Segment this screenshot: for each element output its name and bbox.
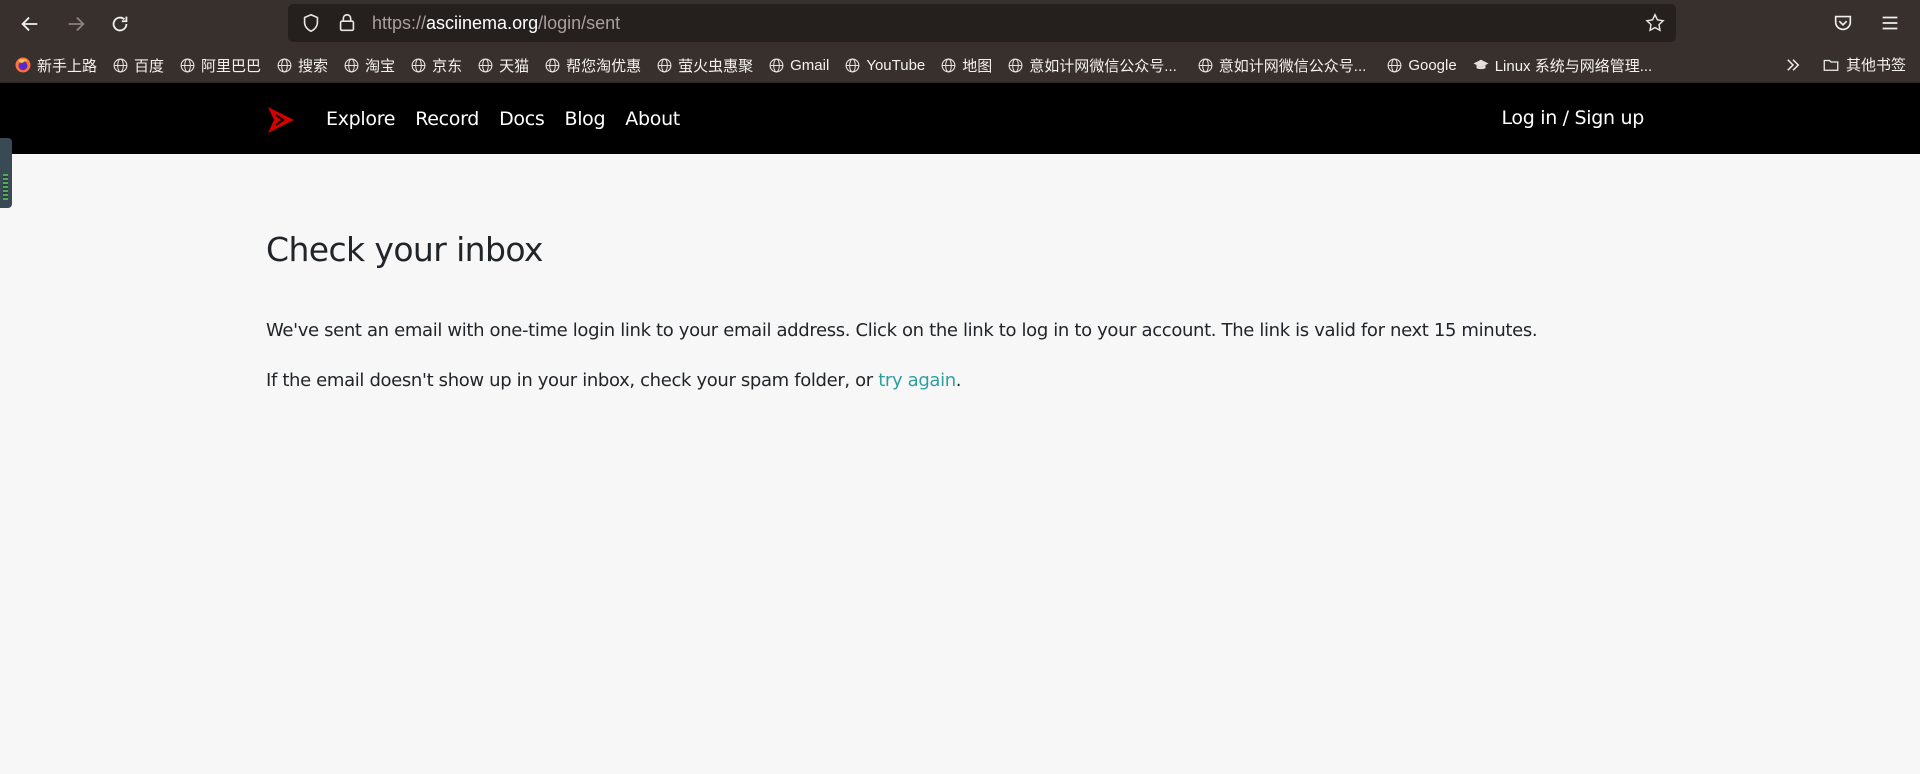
star-icon[interactable] bbox=[1644, 12, 1666, 34]
site-header: Explore Record Docs Blog About Log in / … bbox=[0, 83, 1920, 154]
bookmark-label: Gmail bbox=[790, 56, 830, 74]
globe-icon bbox=[657, 58, 672, 72]
folder-icon bbox=[1823, 59, 1839, 71]
bookmark-item[interactable]: 萤火虫惠聚 bbox=[656, 55, 753, 76]
spam-hint-text: If the email doesn't show up in your inb… bbox=[266, 370, 879, 391]
nav-docs[interactable]: Docs bbox=[499, 108, 545, 130]
bookmark-label: 意如计网微信公众号... bbox=[1218, 57, 1367, 75]
bookmark-label: 新手上路 bbox=[37, 57, 98, 75]
bookmark-item[interactable]: 天猫 bbox=[477, 55, 529, 76]
bookmark-label: Google bbox=[1408, 56, 1457, 74]
sent-message: We've sent an email with one-time login … bbox=[266, 320, 1538, 341]
bookmark-label: 百度 bbox=[134, 57, 165, 75]
main-content: Check your inbox We've sent an email wit… bbox=[266, 230, 1656, 391]
bookmark-item[interactable]: 阿里巴巴 bbox=[179, 55, 261, 76]
shield-icon[interactable] bbox=[300, 12, 322, 34]
graduation-cap-icon bbox=[1473, 59, 1489, 70]
globe-icon bbox=[941, 58, 956, 72]
nav-record[interactable]: Record bbox=[415, 108, 479, 130]
url-scheme: https:// bbox=[372, 12, 427, 33]
globe-icon bbox=[1008, 58, 1023, 72]
bookmark-label: 天猫 bbox=[499, 57, 530, 75]
globe-icon bbox=[180, 58, 195, 72]
main-nav: Explore Record Docs Blog About bbox=[326, 83, 700, 154]
bookmarks-toolbar: 新手上路 百度 阿里巴巴 搜索 淘宝 京东 天猫 帮您淘优惠 萤火虫惠聚 Gma… bbox=[0, 48, 1920, 83]
bookmark-item[interactable]: 京东 bbox=[410, 55, 462, 76]
pocket-icon[interactable] bbox=[1832, 12, 1854, 34]
arrow-left-icon bbox=[21, 16, 38, 32]
reload-icon bbox=[112, 16, 128, 32]
globe-icon bbox=[1387, 58, 1402, 72]
bookmark-item[interactable]: Linux 系统与网络管理... bbox=[1472, 55, 1653, 76]
url-host: asciinema.org bbox=[426, 12, 539, 33]
nav-blog[interactable]: Blog bbox=[564, 108, 605, 130]
bookmark-label: 京东 bbox=[432, 57, 463, 75]
bookmark-label: 帮您淘优惠 bbox=[566, 57, 642, 75]
globe-icon bbox=[113, 58, 128, 72]
asciinema-logo-icon[interactable] bbox=[266, 105, 296, 135]
bookmark-label: 搜索 bbox=[298, 57, 329, 75]
bookmark-item[interactable]: 搜索 bbox=[276, 55, 328, 76]
other-bookmarks-label: 其他书签 bbox=[1846, 57, 1907, 74]
arrow-right-icon bbox=[68, 16, 85, 32]
spam-hint: If the email doesn't show up in your inb… bbox=[266, 370, 962, 391]
forward-button[interactable] bbox=[62, 10, 90, 38]
bookmark-item[interactable]: 淘宝 bbox=[343, 55, 395, 76]
bookmark-item[interactable]: 新手上路 bbox=[14, 55, 97, 76]
nav-explore[interactable]: Explore bbox=[326, 108, 396, 130]
firefox-icon bbox=[15, 57, 31, 73]
page-title: Check your inbox bbox=[266, 230, 543, 269]
globe-icon bbox=[845, 58, 860, 72]
bookmark-item[interactable]: 帮您淘优惠 bbox=[544, 55, 641, 76]
bookmark-label: YouTube bbox=[866, 56, 926, 74]
globe-icon bbox=[545, 58, 560, 72]
bookmark-label: 萤火虫惠聚 bbox=[678, 57, 754, 75]
url-text[interactable]: https://asciinema.org/login/sent bbox=[372, 13, 620, 34]
globe-icon bbox=[1198, 58, 1213, 72]
side-panel-handle[interactable] bbox=[0, 138, 12, 208]
bookmark-item[interactable]: 意如计网微信公众号... bbox=[1007, 55, 1177, 76]
menu-icon[interactable] bbox=[1879, 12, 1901, 34]
bookmark-label: 阿里巴巴 bbox=[201, 57, 262, 75]
login-signup-link[interactable]: Log in / Sign up bbox=[1501, 83, 1644, 154]
bookmark-label: 意如计网微信公众号... bbox=[1029, 57, 1177, 75]
bookmark-item[interactable]: 地图 bbox=[940, 55, 992, 76]
reload-button[interactable] bbox=[106, 10, 134, 38]
bookmark-item[interactable]: Google bbox=[1386, 56, 1457, 74]
bookmark-item[interactable]: 意如计网微信公众号... bbox=[1197, 55, 1367, 76]
globe-icon bbox=[344, 58, 359, 72]
url-path: /login/sent bbox=[538, 12, 621, 33]
back-button[interactable] bbox=[16, 10, 44, 38]
bookmark-item[interactable]: Gmail bbox=[768, 57, 829, 74]
nav-about[interactable]: About bbox=[625, 108, 680, 130]
bookmark-item[interactable]: 百度 bbox=[112, 55, 164, 76]
bookmark-item[interactable]: YouTube bbox=[844, 57, 925, 74]
lock-icon[interactable] bbox=[336, 12, 358, 34]
level-meter bbox=[3, 174, 8, 200]
spam-hint-suffix: . bbox=[955, 370, 962, 391]
globe-icon bbox=[277, 58, 292, 72]
other-bookmarks[interactable]: 其他书签 bbox=[1822, 54, 1906, 75]
bookmark-label: 地图 bbox=[962, 57, 993, 75]
globe-icon bbox=[478, 58, 493, 72]
try-again-link[interactable]: try again bbox=[878, 370, 956, 391]
browser-toolbar: https://asciinema.org/login/sent bbox=[0, 0, 1920, 48]
globe-icon bbox=[411, 58, 426, 72]
chevron-double-right-icon[interactable] bbox=[1784, 56, 1802, 74]
bookmark-label: 淘宝 bbox=[365, 57, 396, 75]
bookmark-label: Linux 系统与网络管理... bbox=[1494, 57, 1653, 75]
url-bar[interactable]: https://asciinema.org/login/sent bbox=[288, 4, 1676, 42]
globe-icon bbox=[769, 58, 784, 72]
